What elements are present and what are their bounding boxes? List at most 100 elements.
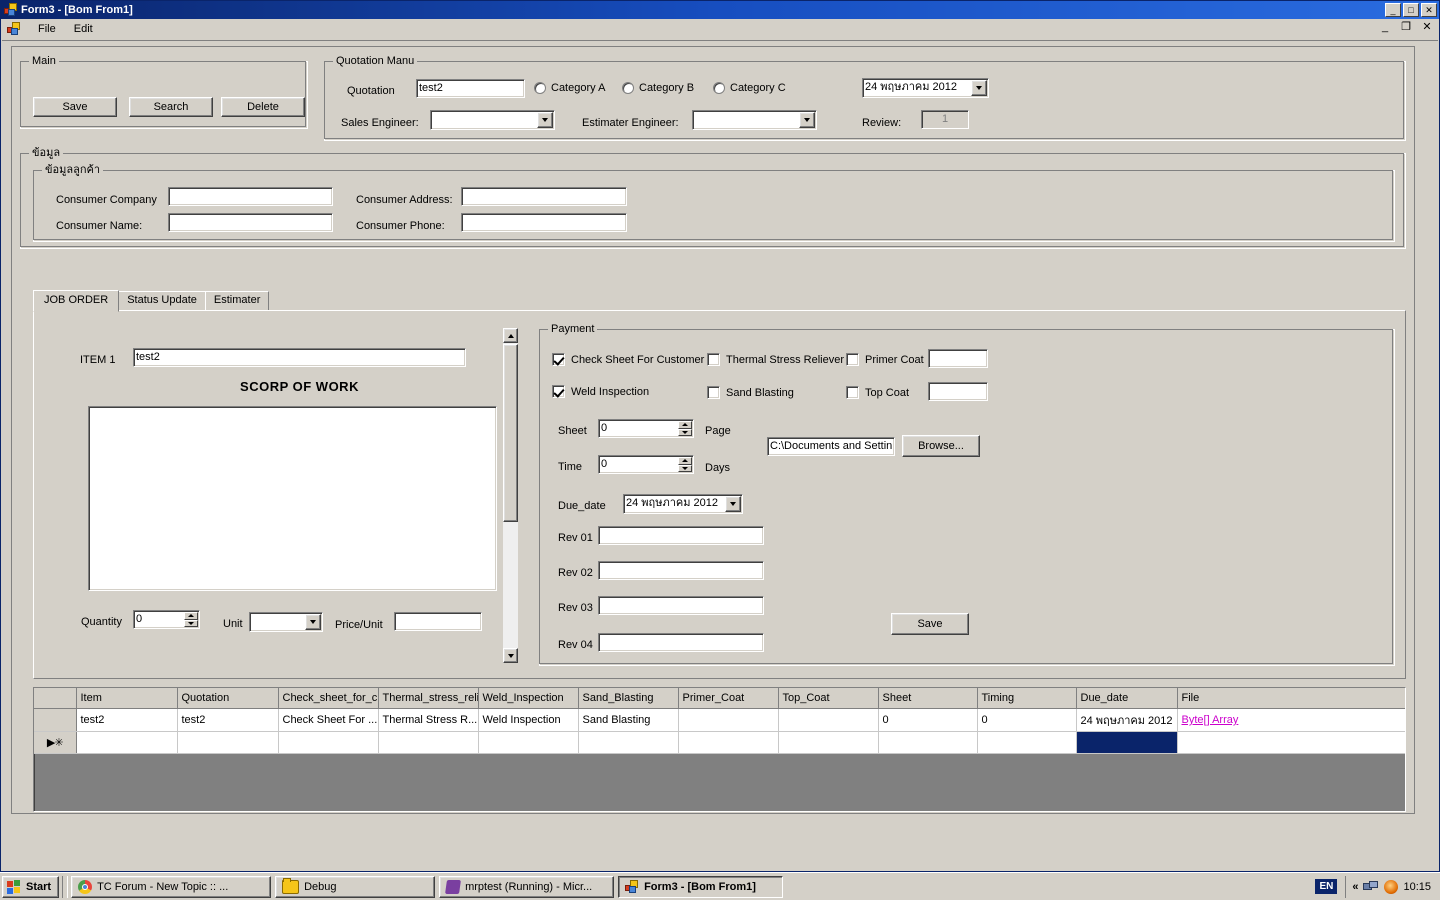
consumer-company-input[interactable]: [168, 187, 333, 206]
language-indicator[interactable]: EN: [1315, 879, 1338, 894]
chevron-down-icon[interactable]: [971, 80, 987, 96]
cell-timing[interactable]: [977, 731, 1077, 754]
scroll-down-button[interactable]: [503, 648, 518, 663]
sand-blasting-checkbox[interactable]: Sand Blasting: [707, 386, 794, 399]
consumer-address-input[interactable]: [461, 187, 627, 206]
quotation-date-picker[interactable]: 24 พฤษภาคม 2012: [862, 78, 989, 98]
cell-sheet[interactable]: [878, 731, 978, 754]
rev-01-input[interactable]: [598, 526, 764, 545]
cell-thermal-stress[interactable]: [378, 731, 479, 754]
records-grid[interactable]: Item Quotation Check_sheet_for_c Thermal…: [33, 687, 1406, 812]
weld-inspection-checkbox[interactable]: Weld Inspection: [552, 385, 649, 398]
column-header-timing[interactable]: Timing: [977, 688, 1077, 709]
clock[interactable]: 10:15: [1403, 881, 1431, 893]
check-sheet-for-customer-checkbox[interactable]: Check Sheet For Customer: [552, 353, 704, 366]
cell-due-date-selected[interactable]: [1076, 731, 1178, 754]
mdi-restore-button[interactable]: ❐: [1398, 21, 1414, 35]
sales-engineer-combo[interactable]: [430, 110, 555, 130]
cell-check-sheet[interactable]: [278, 731, 379, 754]
save-button[interactable]: Save: [33, 97, 117, 117]
quantity-stepper[interactable]: 0: [133, 610, 200, 629]
mdi-minimize-button[interactable]: _: [1377, 21, 1393, 35]
cell-check-sheet[interactable]: Check Sheet For ...: [278, 708, 379, 732]
cell-thermal-stress[interactable]: Thermal Stress R...: [378, 708, 479, 732]
cell-top-coat[interactable]: [778, 708, 879, 732]
cell-weld-inspection[interactable]: Weld Inspection: [478, 708, 579, 732]
chevron-down-icon[interactable]: [799, 112, 815, 128]
scope-of-work-textarea[interactable]: [88, 406, 497, 591]
cell-item[interactable]: [76, 731, 178, 754]
search-button[interactable]: Search: [129, 97, 213, 117]
cell-sand-blasting[interactable]: Sand Blasting: [578, 708, 679, 732]
spinner-buttons[interactable]: [678, 457, 692, 472]
delete-button[interactable]: Delete: [221, 97, 305, 117]
update-icon[interactable]: [1384, 879, 1399, 894]
cell-quotation[interactable]: [177, 731, 279, 754]
minimize-button[interactable]: _: [1385, 3, 1401, 17]
column-header-due-date[interactable]: Due_date: [1076, 688, 1178, 709]
chevron-down-icon[interactable]: [305, 614, 321, 630]
due-date-picker[interactable]: 24 พฤษภาคม 2012: [623, 494, 743, 514]
rev-02-input[interactable]: [598, 561, 764, 580]
cell-sheet[interactable]: 0: [878, 708, 978, 732]
cell-weld-inspection[interactable]: [478, 731, 579, 754]
payment-save-button[interactable]: Save: [891, 613, 969, 635]
spinner-down-icon[interactable]: [678, 464, 692, 472]
spinner-up-icon[interactable]: [678, 421, 692, 429]
quotation-input[interactable]: test2: [416, 79, 525, 98]
spinner-down-icon[interactable]: [184, 619, 198, 627]
tray-expand-chevron-icon[interactable]: «: [1352, 881, 1358, 893]
rev-03-input[interactable]: [598, 596, 764, 615]
task-button-browser[interactable]: TC Forum - New Topic :: ...: [71, 875, 272, 898]
table-row[interactable]: ▶✳: [34, 731, 1405, 754]
consumer-name-input[interactable]: [168, 213, 333, 232]
spinner-buttons[interactable]: [184, 612, 198, 627]
consumer-phone-input[interactable]: [461, 213, 627, 232]
column-header-sheet[interactable]: Sheet: [878, 688, 978, 709]
table-row[interactable]: test2 test2 Check Sheet For ... Thermal …: [34, 708, 1405, 732]
browse-button[interactable]: Browse...: [902, 435, 980, 457]
cell-file[interactable]: [1177, 731, 1405, 754]
file-path-input[interactable]: C:\Documents and Settin: [767, 437, 895, 456]
top-coat-input[interactable]: [928, 382, 988, 401]
column-header-top-coat[interactable]: Top_Coat: [778, 688, 879, 709]
primer-coat-input[interactable]: [928, 349, 988, 368]
maximize-button[interactable]: □: [1403, 3, 1419, 17]
file-link[interactable]: Byte[] Array: [1182, 714, 1239, 726]
rev-04-input[interactable]: [598, 633, 764, 652]
price-per-unit-input[interactable]: [394, 612, 482, 631]
tab-job-order[interactable]: JOB ORDER: [33, 290, 120, 312]
column-header-check-sheet[interactable]: Check_sheet_for_c: [278, 688, 379, 709]
spinner-down-icon[interactable]: [678, 428, 692, 436]
primer-coat-checkbox[interactable]: Primer Coat: [846, 353, 924, 366]
start-button[interactable]: Start: [2, 875, 60, 898]
column-header-file[interactable]: File: [1177, 688, 1405, 709]
cell-file[interactable]: Byte[] Array: [1177, 708, 1405, 732]
cell-sand-blasting[interactable]: [578, 731, 679, 754]
task-button-form3[interactable]: Form3 - [Bom From1]: [618, 875, 784, 898]
top-coat-checkbox[interactable]: Top Coat: [846, 386, 909, 399]
chevron-down-icon[interactable]: [537, 112, 553, 128]
mdi-close-button[interactable]: ✕: [1419, 21, 1435, 35]
item-input[interactable]: test2: [133, 348, 466, 367]
spinner-buttons[interactable]: [678, 421, 692, 436]
column-header-primer-coat[interactable]: Primer_Coat: [678, 688, 779, 709]
cell-primer-coat[interactable]: [678, 708, 779, 732]
category-c-radio[interactable]: Category C: [713, 82, 786, 94]
column-header-sand-blasting[interactable]: Sand_Blasting: [578, 688, 679, 709]
cell-item[interactable]: test2: [76, 708, 178, 732]
task-button-visual-studio[interactable]: mrptest (Running) - Micr...: [439, 875, 615, 898]
thermal-stress-reliever-checkbox[interactable]: Thermal Stress Reliever: [707, 353, 844, 366]
cell-due-date[interactable]: 24 พฤษภาคม 2012: [1076, 708, 1178, 732]
scroll-up-button[interactable]: [503, 328, 518, 343]
time-stepper[interactable]: 0: [598, 455, 694, 474]
cell-primer-coat[interactable]: [678, 731, 779, 754]
menu-item-file[interactable]: File: [29, 21, 65, 37]
network-icon[interactable]: [1363, 880, 1379, 893]
cell-quotation[interactable]: test2: [177, 708, 279, 732]
column-header-item[interactable]: Item: [76, 688, 178, 709]
sheet-stepper[interactable]: 0: [598, 419, 694, 438]
tab-estimater[interactable]: Estimater: [204, 291, 270, 311]
cell-top-coat[interactable]: [778, 731, 879, 754]
close-button[interactable]: ✕: [1421, 3, 1437, 17]
